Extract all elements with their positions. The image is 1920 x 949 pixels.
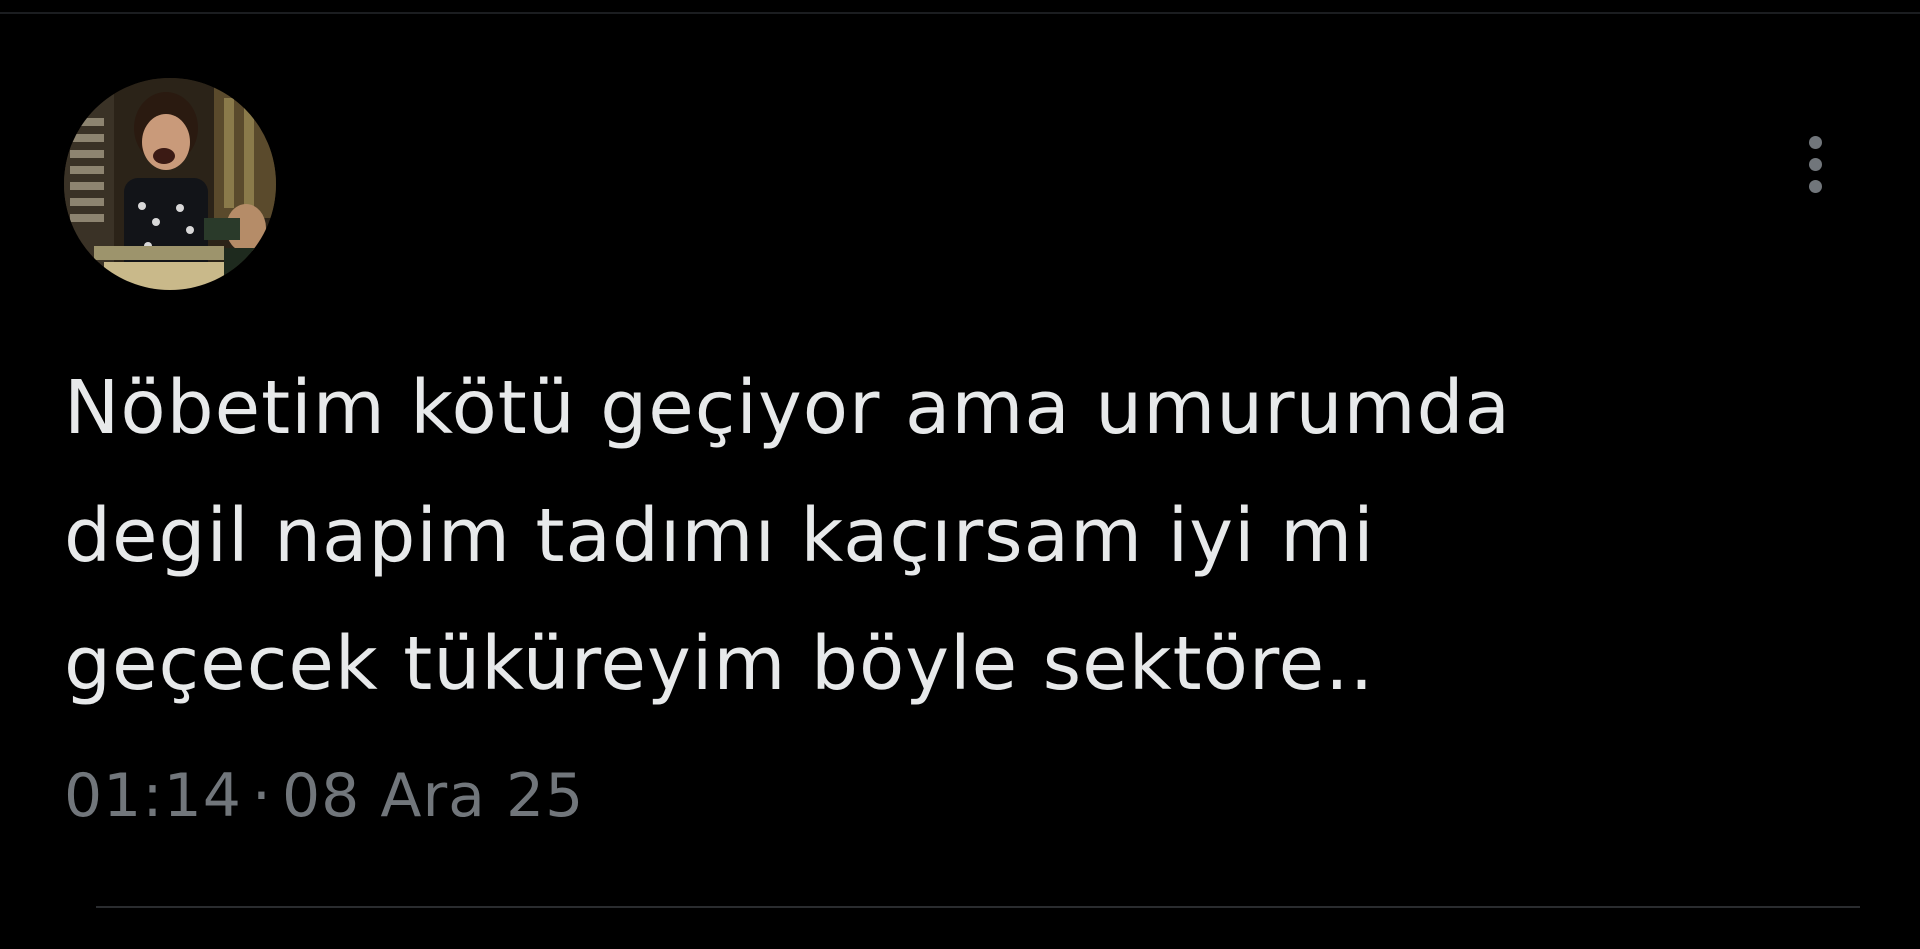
avatar[interactable]	[64, 78, 276, 290]
tweet-text: Nöbetim kötü geçiyor ama umurumda degil …	[64, 365, 1511, 707]
more-vertical-icon-dot	[1808, 157, 1822, 171]
tweet-time[interactable]: 01:14	[64, 761, 242, 831]
meta-separator: ·	[251, 761, 272, 831]
more-options-button[interactable]	[1788, 126, 1842, 202]
bottom-divider	[96, 906, 1860, 908]
more-vertical-icon-dot	[1808, 179, 1822, 193]
tweet-date[interactable]: 08 Ara 25	[282, 761, 584, 831]
avatar-image	[64, 78, 276, 290]
tweet-meta: 01:14 · 08 Ara 25	[64, 756, 584, 836]
more-vertical-icon	[1808, 135, 1822, 149]
top-divider	[0, 12, 1920, 14]
